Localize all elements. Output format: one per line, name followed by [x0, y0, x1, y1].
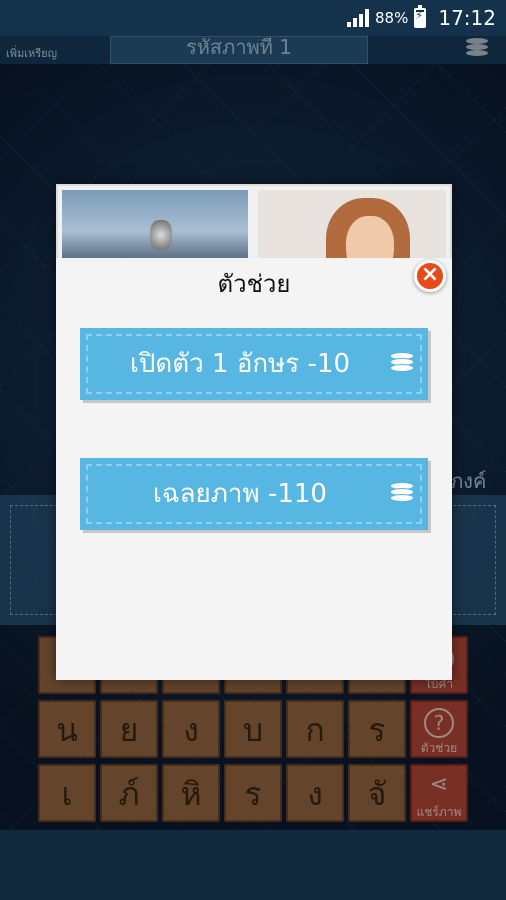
coins-icon — [390, 482, 414, 506]
dialog-title: ตัวช่วย — [217, 270, 291, 298]
close-icon[interactable]: × — [414, 260, 446, 292]
helper-dialog: ตัวช่วย เปิดตัว 1 อักษร -10 เฉลยภาพ -110 — [56, 258, 452, 680]
puzzle-image-2 — [258, 190, 446, 258]
coins-icon — [390, 352, 414, 376]
battery-icon — [414, 5, 427, 28]
reveal-letter-button[interactable]: เปิดตัว 1 อักษร -10 — [80, 328, 428, 400]
reveal-letter-label: เปิดตัว 1 อักษร -10 — [129, 349, 351, 379]
puzzle-image-1 — [62, 190, 248, 258]
status-bar: 88% 17:12 — [0, 0, 506, 36]
battery-percent: 88% — [375, 9, 409, 27]
signal-icon — [347, 9, 370, 27]
clock: 17:12 — [438, 6, 496, 30]
reveal-answer-label: เฉลยภาพ -110 — [153, 479, 327, 509]
reveal-answer-button[interactable]: เฉลยภาพ -110 — [80, 458, 428, 530]
